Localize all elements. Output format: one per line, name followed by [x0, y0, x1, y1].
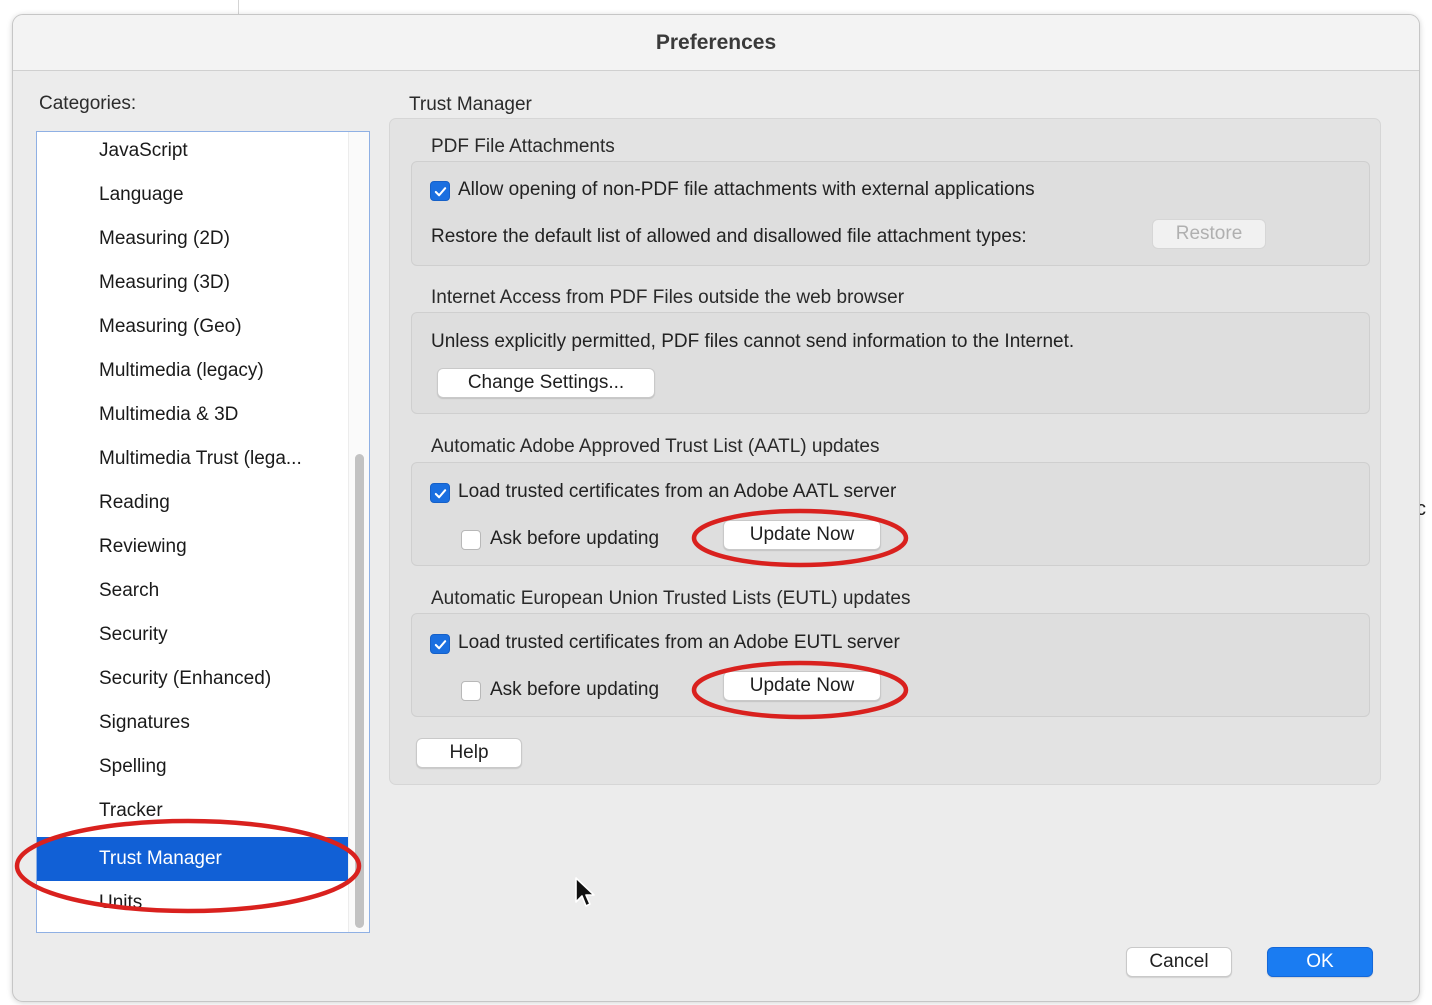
- category-item[interactable]: Tracker: [37, 790, 349, 832]
- category-item[interactable]: Reading: [37, 482, 349, 524]
- aatl-ask-checkbox[interactable]: [461, 530, 481, 550]
- title-bar[interactable]: Preferences: [13, 15, 1419, 71]
- aatl-load-checkbox[interactable]: [430, 483, 450, 503]
- checkmark-icon: [434, 186, 446, 196]
- aatl-box: Load trusted certificates from an Adobe …: [411, 462, 1370, 566]
- categories-scrollbar[interactable]: [348, 132, 369, 932]
- eutl-heading: Automatic European Union Trusted Lists (…: [431, 588, 911, 609]
- category-item[interactable]: Search: [37, 570, 349, 612]
- background-divider: [238, 0, 239, 14]
- category-item[interactable]: Spelling: [37, 746, 349, 788]
- attachments-box: Allow opening of non-PDF file attachment…: [411, 161, 1370, 266]
- category-item[interactable]: Measuring (3D): [37, 262, 349, 304]
- allow-attachments-label: Allow opening of non-PDF file attachment…: [458, 179, 1035, 200]
- category-item[interactable]: Language: [37, 174, 349, 216]
- checkmark-icon: [434, 639, 446, 649]
- internet-access-description: Unless explicitly permitted, PDF files c…: [431, 331, 1075, 352]
- categories-list[interactable]: JavaScript Language Measuring (2D) Measu…: [36, 131, 370, 933]
- category-item[interactable]: Multimedia & 3D: [37, 394, 349, 436]
- internet-access-box: Unless explicitly permitted, PDF files c…: [411, 312, 1370, 414]
- dialog-title: Preferences: [655, 30, 777, 54]
- ok-button[interactable]: OK: [1267, 947, 1373, 977]
- cancel-button[interactable]: Cancel: [1126, 947, 1232, 977]
- category-item[interactable]: Security: [37, 614, 349, 656]
- attachments-heading: PDF File Attachments: [431, 136, 615, 157]
- category-item[interactable]: Signatures: [37, 702, 349, 744]
- eutl-ask-checkbox[interactable]: [461, 681, 481, 701]
- category-item[interactable]: Measuring (Geo): [37, 306, 349, 348]
- category-item[interactable]: Security (Enhanced): [37, 658, 349, 700]
- category-item-trust-manager[interactable]: Trust Manager: [37, 837, 349, 881]
- trust-manager-panel: PDF File Attachments Allow opening of no…: [389, 118, 1381, 785]
- category-item[interactable]: Measuring (2D): [37, 218, 349, 260]
- eutl-ask-label: Ask before updating: [490, 679, 660, 700]
- preferences-dialog: Preferences Categories: JavaScript Langu…: [12, 14, 1420, 1002]
- categories-label: Categories:: [39, 93, 137, 114]
- help-button[interactable]: Help: [416, 738, 522, 768]
- category-item[interactable]: Units: [37, 882, 349, 924]
- allow-attachments-checkbox[interactable]: [430, 181, 450, 201]
- aatl-heading: Automatic Adobe Approved Trust List (AAT…: [431, 436, 880, 457]
- category-item[interactable]: Reviewing: [37, 526, 349, 568]
- restore-button[interactable]: Restore: [1152, 219, 1266, 249]
- category-item[interactable]: JavaScript: [37, 132, 349, 172]
- panel-title: Trust Manager: [409, 94, 532, 115]
- aatl-ask-label: Ask before updating: [490, 528, 660, 549]
- checkmark-icon: [434, 488, 446, 498]
- eutl-load-checkbox[interactable]: [430, 634, 450, 654]
- category-item[interactable]: Multimedia (legacy): [37, 350, 349, 392]
- scrollbar-thumb[interactable]: [355, 454, 364, 928]
- eutl-update-now-button[interactable]: Update Now: [723, 671, 881, 701]
- eutl-load-label: Load trusted certificates from an Adobe …: [458, 632, 900, 653]
- restore-description: Restore the default list of allowed and …: [431, 226, 1027, 247]
- mouse-cursor-icon: [575, 877, 595, 907]
- aatl-update-now-button[interactable]: Update Now: [723, 520, 881, 550]
- eutl-box: Load trusted certificates from an Adobe …: [411, 613, 1370, 717]
- internet-access-heading: Internet Access from PDF Files outside t…: [431, 287, 905, 308]
- aatl-load-label: Load trusted certificates from an Adobe …: [458, 481, 897, 502]
- category-item[interactable]: Multimedia Trust (lega...: [37, 438, 349, 480]
- change-settings-button[interactable]: Change Settings...: [437, 368, 655, 398]
